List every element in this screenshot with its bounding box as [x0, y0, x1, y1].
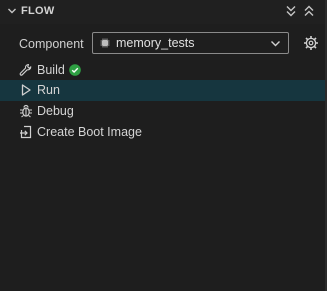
double-chevron-down-icon[interactable]: [283, 3, 299, 19]
flow-item-run[interactable]: Run: [0, 80, 325, 101]
flow-item-build[interactable]: Build: [0, 60, 325, 81]
gear-icon[interactable]: [303, 35, 319, 51]
build-tools-icon: [19, 63, 32, 76]
component-select[interactable]: memory_tests: [92, 32, 289, 54]
component-row: Component memory_tests: [0, 30, 325, 58]
flow-item-label: Build: [37, 63, 65, 77]
flow-item-debug[interactable]: Debug: [0, 101, 325, 122]
boot-image-icon: [20, 125, 32, 139]
component-select-value: memory_tests: [116, 36, 195, 50]
flow-item-label: Debug: [37, 104, 74, 118]
flow-panel-title: FLOW: [21, 5, 55, 17]
bug-icon: [20, 104, 32, 118]
chevron-down-icon: [271, 41, 280, 47]
component-label: Component: [19, 37, 84, 51]
flow-panel-header[interactable]: FLOW: [0, 0, 325, 24]
check-circle-icon: [69, 64, 81, 76]
flow-panel: FLOW Component memory_tests Build Run De…: [0, 0, 327, 291]
flow-item-label: Run: [37, 83, 60, 97]
flow-item-label: Create Boot Image: [37, 125, 142, 139]
flow-item-create-boot-image[interactable]: Create Boot Image: [0, 122, 325, 143]
chip-icon: [100, 38, 110, 48]
double-chevron-up-icon[interactable]: [301, 3, 317, 19]
play-icon: [21, 84, 31, 96]
chevron-down-icon[interactable]: [6, 5, 18, 17]
